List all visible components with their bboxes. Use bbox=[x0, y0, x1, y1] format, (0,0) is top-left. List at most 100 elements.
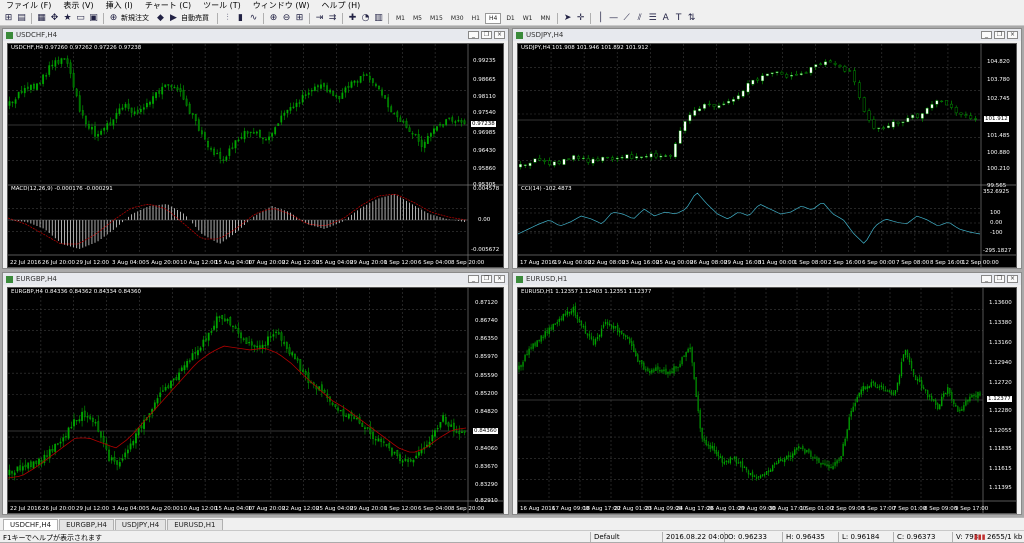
timeframe-m30[interactable]: M30 bbox=[448, 14, 467, 23]
templates-icon[interactable]: ▥ bbox=[373, 13, 384, 24]
crosshair-icon[interactable]: ✛ bbox=[575, 13, 586, 24]
close-icon[interactable]: × bbox=[494, 31, 505, 39]
restore-icon[interactable]: ❐ bbox=[481, 31, 492, 39]
timeframe-mn[interactable]: MN bbox=[538, 14, 554, 23]
toolbar-separator bbox=[31, 12, 32, 24]
candle-body bbox=[274, 127, 277, 135]
tab-eurgbp[interactable]: EURGBP,H4 bbox=[59, 519, 114, 530]
tab-usdjpy[interactable]: USDJPY,H4 bbox=[114, 519, 167, 530]
menu-tools[interactable]: ツール (T) bbox=[197, 0, 247, 11]
zoom-out-icon[interactable]: ⊖ bbox=[281, 13, 292, 24]
price-label: 0.86350 bbox=[475, 336, 498, 342]
candle-body bbox=[637, 354, 639, 362]
timeframe-h1[interactable]: H1 bbox=[469, 14, 483, 23]
price-chart[interactable]: USDCHF,H4 0.97260 0.97262 0.97226 0.9723… bbox=[7, 43, 504, 268]
menu-help[interactable]: ヘルプ (H) bbox=[315, 0, 366, 11]
tile-windows-icon[interactable]: ⊞ bbox=[294, 13, 305, 24]
restore-icon[interactable]: ❐ bbox=[994, 275, 1005, 283]
navigator-icon[interactable]: ★ bbox=[62, 13, 73, 24]
candlestick-chart[interactable] bbox=[8, 44, 504, 267]
restore-icon[interactable]: ❐ bbox=[994, 31, 1005, 39]
candlestick-chart[interactable] bbox=[518, 288, 1017, 513]
timeframe-w1[interactable]: W1 bbox=[520, 14, 536, 23]
candle-body bbox=[32, 461, 35, 469]
close-icon[interactable]: × bbox=[1007, 275, 1018, 283]
arrows-icon[interactable]: ⇅ bbox=[686, 13, 697, 24]
window-titlebar[interactable]: EURGBP,H4 _ ❐ × bbox=[3, 273, 508, 285]
timeframe-m1[interactable]: M1 bbox=[393, 14, 408, 23]
chart-shift-icon[interactable]: ⇥ bbox=[314, 13, 325, 24]
restore-icon[interactable]: ❐ bbox=[481, 275, 492, 283]
text-label-icon[interactable]: T bbox=[673, 13, 684, 24]
window-titlebar[interactable]: USDJPY,H4 _ ❐ × bbox=[513, 29, 1021, 41]
minimize-icon[interactable]: _ bbox=[981, 31, 992, 39]
timeframe-m15[interactable]: M15 bbox=[427, 14, 446, 23]
menu-view[interactable]: 表示 (V) bbox=[57, 0, 99, 11]
candle-body bbox=[267, 336, 269, 346]
candle-body bbox=[904, 349, 907, 355]
candle-body bbox=[775, 71, 779, 74]
horizontal-line-icon[interactable]: — bbox=[608, 13, 619, 24]
window-titlebar[interactable]: EURUSD,H1 _ ❐ × bbox=[513, 273, 1021, 285]
profiles-icon[interactable]: ▤ bbox=[16, 13, 27, 24]
new-chart-icon[interactable]: ⊞ bbox=[3, 13, 14, 24]
candle-body bbox=[590, 336, 593, 339]
menu-window[interactable]: ウィンドウ (W) bbox=[247, 0, 316, 11]
bar-chart-icon[interactable]: ⫶ bbox=[222, 13, 233, 24]
candle-body bbox=[179, 88, 182, 92]
timeframe-h4[interactable]: H4 bbox=[484, 12, 502, 24]
price-chart[interactable]: EURGBP,H4 0.84336 0.84362 0.84334 0.8436… bbox=[7, 287, 504, 514]
chart-window-usdjpy[interactable]: USDJPY,H4 _ ❐ × USDJPY,H4 101.908 101.94… bbox=[512, 28, 1022, 269]
window-titlebar[interactable]: USDCHF,H4 _ ❐ × bbox=[3, 29, 508, 41]
close-icon[interactable]: × bbox=[1007, 31, 1018, 39]
price-label: 1.12055 bbox=[989, 428, 1012, 434]
periods-icon[interactable]: ◔ bbox=[360, 13, 371, 24]
indicators-icon[interactable]: ✚ bbox=[347, 13, 358, 24]
auto-trading-button[interactable]: 自動売買 bbox=[181, 13, 209, 23]
new-order-button[interactable]: 新規注文 bbox=[121, 13, 149, 23]
text-tool-icon[interactable]: A bbox=[660, 13, 671, 24]
metaeditor-icon[interactable]: ◆ bbox=[155, 13, 166, 24]
menu-insert[interactable]: 挿入 (I) bbox=[100, 0, 139, 11]
menu-file[interactable]: ファイル (F) bbox=[0, 0, 57, 11]
timeframe-m5[interactable]: M5 bbox=[410, 14, 425, 23]
auto-scroll-icon[interactable]: ⇉ bbox=[327, 13, 338, 24]
vertical-line-icon[interactable]: │ bbox=[595, 13, 606, 24]
terminal-icon[interactable]: ▭ bbox=[75, 13, 86, 24]
candle-body bbox=[23, 88, 26, 94]
status-separator bbox=[724, 532, 725, 542]
candlestick-icon[interactable]: ▮ bbox=[235, 13, 246, 24]
auto-trading-icon[interactable]: ▶ bbox=[168, 13, 179, 24]
fibonacci-icon[interactable]: ☰ bbox=[647, 13, 658, 24]
tab-eurusd[interactable]: EURUSD,H1 bbox=[167, 519, 223, 530]
price-chart[interactable]: EURUSD,H1 1.12357 1.12403 1.12351 1.1237… bbox=[517, 287, 1017, 514]
timeframe-d1[interactable]: D1 bbox=[503, 14, 517, 23]
minimize-icon[interactable]: _ bbox=[468, 31, 479, 39]
close-icon[interactable]: × bbox=[494, 275, 505, 283]
chart-window-eurgbp[interactable]: EURGBP,H4 _ ❐ × EURGBP,H4 0.84336 0.8436… bbox=[2, 272, 509, 515]
candlestick-chart[interactable] bbox=[8, 288, 504, 513]
line-chart-icon[interactable]: ∿ bbox=[248, 13, 259, 24]
tester-icon[interactable]: ▣ bbox=[88, 13, 99, 24]
cursor-icon[interactable]: ➤ bbox=[562, 13, 573, 24]
tab-usdchf[interactable]: USDCHF,H4 bbox=[3, 519, 59, 530]
data-window-icon[interactable]: ✥ bbox=[49, 13, 60, 24]
candlestick-chart[interactable] bbox=[518, 44, 1017, 267]
chart-window-usdchf[interactable]: USDCHF,H4 _ ❐ × USDCHF,H4 0.97260 0.9726… bbox=[2, 28, 509, 269]
candle-body bbox=[436, 428, 439, 430]
price-chart[interactable]: USDJPY,H4 101.908 101.946 101.892 101.91… bbox=[517, 43, 1017, 268]
zoom-in-icon[interactable]: ⊕ bbox=[268, 13, 279, 24]
trendline-icon[interactable]: ⟋ bbox=[621, 13, 632, 24]
minimize-icon[interactable]: _ bbox=[981, 275, 992, 283]
new-order-icon[interactable]: ⊕ bbox=[108, 13, 119, 24]
indicator-scale-label: -0.005672 bbox=[471, 247, 500, 253]
channel-icon[interactable]: ⫽ bbox=[634, 13, 645, 24]
candle-body bbox=[320, 84, 322, 89]
chart-window-eurusd[interactable]: EURUSD,H1 _ ❐ × EURUSD,H1 1.12357 1.1240… bbox=[512, 272, 1022, 515]
candle-body bbox=[786, 455, 788, 460]
minimize-icon[interactable]: _ bbox=[468, 275, 479, 283]
candle-body bbox=[377, 438, 380, 442]
menu-chart[interactable]: チャート (C) bbox=[139, 0, 197, 11]
market-watch-icon[interactable]: ▦ bbox=[36, 13, 47, 24]
candle-body bbox=[566, 311, 568, 315]
